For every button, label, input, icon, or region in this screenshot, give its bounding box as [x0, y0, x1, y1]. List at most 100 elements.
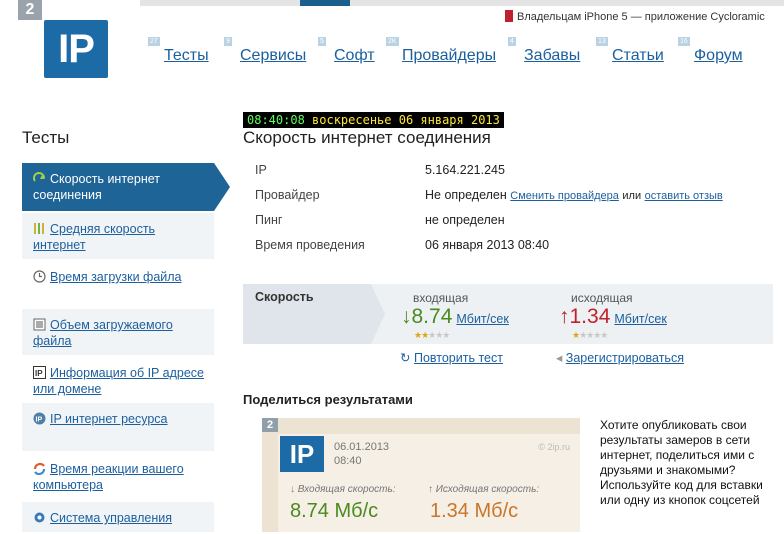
globe-ip-icon: IP	[33, 412, 46, 425]
page-title: Скорость интернет соединения	[243, 128, 491, 147]
sidebar-item-control[interactable]: Система управления	[22, 502, 214, 532]
promo-text: Владельцам iPhone 5 — приложение Cyclora…	[517, 11, 765, 23]
incoming-speed: ↓8.74 Мбит/сек	[401, 305, 509, 329]
sidebar-title: Тесты	[22, 128, 70, 147]
active-pointer	[214, 163, 230, 211]
card-date: 06.01.2013	[334, 441, 390, 453]
sidebar-item-label[interactable]: Информация об IP адресе или домене	[33, 366, 204, 396]
speed-label-tip	[371, 284, 385, 344]
nav-label[interactable]: Статьи	[612, 47, 664, 65]
info-label-ping: Пинг	[255, 213, 283, 227]
outgoing-rating-stars: ★★★★★	[572, 330, 608, 340]
gear-icon	[33, 511, 46, 524]
up-arrow-icon: ↑	[559, 305, 570, 328]
card-in-value: 8.74 Мб/с	[290, 500, 379, 522]
clock: 08:40:08 воскресенье 06 января 2013	[243, 112, 504, 128]
repeat-test-label[interactable]: Повторить тест	[414, 351, 503, 365]
share-title: Поделиться результатами	[243, 392, 413, 407]
promo-link[interactable]: Владельцам iPhone 5 — приложение Cyclora…	[505, 10, 765, 23]
speed-label-block: Скорость	[243, 284, 385, 344]
info-label-ip: IP	[255, 163, 267, 177]
clock-date: воскресенье 06 января 2013	[312, 113, 500, 127]
card-in-head: ↓ Входящая скорость:	[290, 484, 396, 495]
register-arrow-icon: ◂	[556, 351, 563, 365]
speed-arrow-icon	[33, 172, 46, 185]
leave-review-link[interactable]: оставить отзыв	[645, 190, 723, 202]
reaction-icon	[33, 462, 46, 476]
card-out-head: ↑ Исходящая скорость:	[428, 484, 540, 495]
sidebar-item-label[interactable]: Объем загружаемого файла	[33, 318, 173, 348]
repeat-test-button[interactable]: ↻ Повторить тест	[400, 350, 503, 365]
svg-text:IP: IP	[36, 417, 43, 424]
card-badge: 2	[262, 418, 278, 432]
outgoing-head: исходящая	[571, 291, 633, 305]
top-strip-mark	[300, 0, 350, 6]
down-arrow-icon: ↓	[401, 305, 412, 328]
clock-time: 08:40:08	[247, 113, 305, 127]
nav-count: 4	[508, 37, 516, 46]
card-body: IP 06.01.2013 08:40 © 2ip.ru ↓ Входящая с…	[278, 434, 580, 532]
sidebar-item-file-size[interactable]: Объем загружаемого файла	[22, 309, 214, 355]
site-logo[interactable]: IP	[44, 20, 108, 78]
incoming-unit[interactable]: Мбит/сек	[456, 312, 508, 326]
sidebar-item-label[interactable]: IP интернет ресурса	[50, 412, 168, 426]
nav-label[interactable]: Сервисы	[240, 47, 306, 65]
sidebar-item-ip-info[interactable]: IP Информация об IP адресе или домене	[22, 357, 214, 401]
share-card[interactable]: 2 IP 06.01.2013 08:40 © 2ip.ru ↓ Входящая…	[262, 418, 580, 532]
nav-label[interactable]: Форум	[694, 47, 743, 65]
card-site: © 2ip.ru	[538, 442, 570, 452]
outgoing-speed: ↑1.34 Мбит/сек	[559, 305, 667, 329]
sidebar-item-label[interactable]: Средняя скорость интернет	[33, 222, 155, 252]
card-out-value: 1.34 Мб/с	[430, 500, 519, 522]
share-description: Хотите опубликовать свои результаты заме…	[600, 418, 763, 507]
nav-count: 5	[318, 37, 326, 46]
ip-icon: IP	[33, 366, 46, 379]
sidebar-item-label[interactable]: Время загрузки файла	[50, 270, 182, 284]
outgoing-value: 1.34	[569, 305, 611, 328]
sidebar-item-label: Скорость интернет соединения	[33, 172, 160, 202]
incoming-head: входящая	[413, 291, 469, 305]
card-time: 08:40	[334, 455, 362, 467]
sidebar-item-reaction[interactable]: Время реакции вашего компьютера	[22, 453, 214, 497]
info-label-provider: Провайдер	[255, 188, 320, 202]
nav-count: 27	[148, 37, 160, 46]
nav-count: 2K	[386, 37, 399, 46]
top-strip	[140, 0, 784, 6]
sidebar-item-label[interactable]: Система управления	[50, 511, 172, 525]
info-label-time: Время проведения	[255, 238, 365, 252]
file-icon	[33, 318, 46, 331]
cycloramic-icon	[505, 10, 513, 22]
register-button[interactable]: ◂ Зарегистрироваться	[556, 350, 684, 365]
bars-icon	[33, 222, 46, 235]
sidebar-item-speed[interactable]: Скорость интернет соединения	[22, 163, 230, 211]
info-value-time: 06 января 2013 08:40	[425, 238, 550, 252]
sidebar-item-download-time[interactable]: Время загрузки файла	[22, 261, 214, 299]
nav-count: 13	[596, 37, 608, 46]
info-value-ip: 5.164.221.245	[425, 163, 505, 177]
change-provider-link[interactable]: Сменить провайдера	[510, 190, 619, 202]
incoming-value: 8.74	[411, 305, 453, 328]
card-datetime: 06.01.2013 08:40	[334, 440, 389, 468]
speed-panel: Скорость входящая ↓8.74 Мбит/сек ★★★★★ ис…	[243, 284, 773, 344]
sidebar-item-ip-resource[interactable]: IP IP интернет ресурса	[22, 403, 214, 451]
nav-label[interactable]: Тесты	[164, 47, 209, 65]
nav-label[interactable]: Софт	[334, 47, 375, 65]
register-label[interactable]: Зарегистрироваться	[566, 351, 684, 365]
sidebar-item-label[interactable]: Время реакции вашего компьютера	[33, 462, 184, 492]
nav-label[interactable]: Забавы	[524, 47, 580, 65]
main-nav: 27 Тесты 9 Сервисы 5 Софт 2K Провайдеры 4 Заб…	[148, 36, 768, 76]
info-value-provider: Не определен Сменить провайдера или оста…	[425, 188, 723, 202]
card-logo: IP	[280, 436, 324, 472]
sidebar-item-avg-speed[interactable]: Средняя скорость интернет	[22, 213, 214, 259]
info-value-ping: не определен	[425, 213, 505, 227]
nav-label[interactable]: Провайдеры	[402, 47, 496, 65]
speed-label: Скорость	[255, 290, 314, 304]
provider-value: Не определен	[425, 188, 507, 202]
nav-count: 9	[224, 37, 232, 46]
nav-count: 16	[678, 37, 690, 46]
outgoing-unit[interactable]: Мбит/сек	[614, 312, 666, 326]
clock-icon	[33, 270, 46, 283]
svg-text:IP: IP	[35, 369, 43, 378]
incoming-rating-stars: ★★★★★	[414, 330, 450, 340]
or-text: или	[622, 190, 642, 202]
